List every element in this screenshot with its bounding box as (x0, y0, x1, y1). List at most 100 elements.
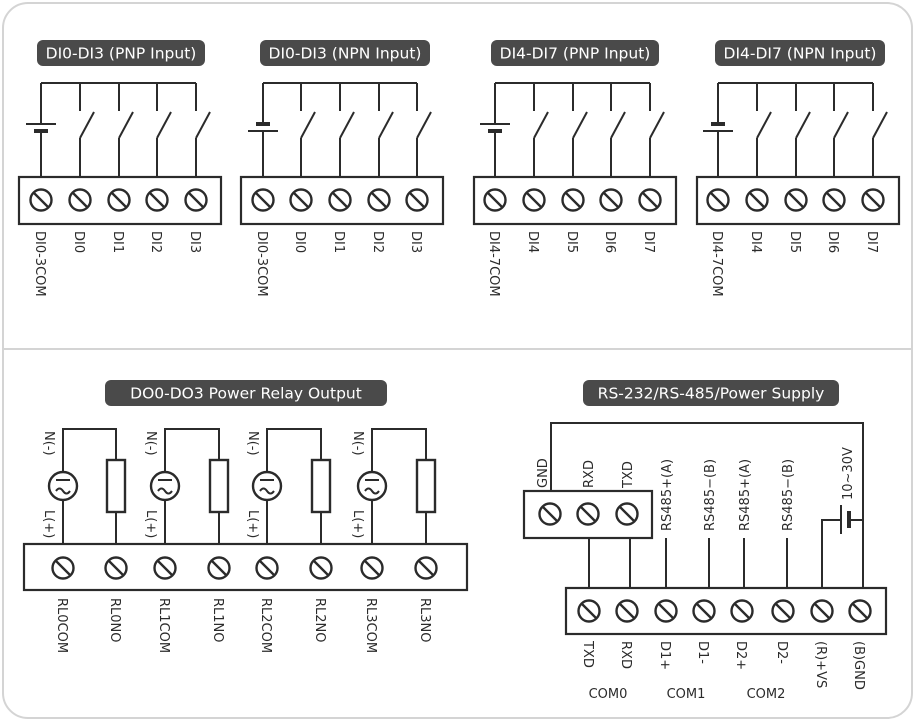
live-label: L(+) (245, 510, 260, 538)
neutral-label: N(-) (143, 431, 158, 456)
title-text: DI0-DI3 (NPN Input) (269, 45, 422, 63)
switch-lever (649, 111, 665, 139)
screw-terminal-icon (538, 502, 562, 526)
terminal-label: RL3NO (417, 598, 432, 643)
section-title: DI0-DI3 (NPN Input) (260, 40, 430, 66)
neutral-label: N(-) (350, 431, 365, 456)
screw-terminal-icon (706, 188, 730, 212)
battery-icon (248, 83, 278, 177)
rs485-label: RS485+(A) (660, 459, 675, 531)
rs485-label: RS485+(A) (738, 459, 753, 531)
terminal-label: DI6 (825, 231, 840, 253)
screw-terminal-icon (360, 556, 384, 580)
screw-terminal-icon (251, 188, 275, 212)
terminal-label: D2+ (733, 641, 748, 670)
switch-icon (156, 83, 172, 177)
screw-terminal-icon (822, 188, 846, 212)
screw-terminal-icon (615, 502, 639, 526)
terminal-label: RXD (618, 641, 633, 669)
switch-icon (795, 83, 811, 177)
ac-source-icon (149, 470, 181, 502)
screw-terminal-icon (599, 188, 623, 212)
input-block-3: DI4-DI7 (PNP Input) DI4-7COM DI4 DI5 DI6 DI7 (472, 40, 678, 297)
live-label: L(+) (350, 510, 365, 538)
neutral-label: N(-) (245, 431, 260, 456)
screw-terminal-icon (784, 188, 808, 212)
screw-terminal-icon (692, 599, 716, 623)
switch-icon (195, 83, 211, 177)
switch-lever (572, 111, 588, 139)
terminal-label: RL2COM (258, 598, 273, 653)
relay-block: DO0-DO3 Power Relay Output N(-) L(+) N(-) L(… (22, 380, 469, 653)
switch-lever (756, 111, 772, 139)
battery-icon (26, 83, 56, 177)
switch-icon (756, 83, 772, 177)
group-label: COM2 (747, 687, 786, 702)
switch-icon (572, 83, 588, 177)
load-resistor-icon (208, 458, 230, 514)
switch-lever (610, 111, 626, 139)
ac-source-circle (47, 470, 79, 502)
switch-lever (795, 111, 811, 139)
terminal-label: DI1 (110, 231, 125, 253)
terminal-label: D1- (695, 641, 710, 664)
switch-lever (833, 111, 849, 139)
terminal-label: DI2 (370, 231, 385, 253)
terminal-label: D2- (774, 641, 789, 664)
load-resistor-icon (310, 458, 332, 514)
ac-source-icon (356, 470, 388, 502)
switch-lever (156, 111, 172, 139)
screw-terminal-icon (405, 188, 429, 212)
terminal-label: RL1COM (156, 598, 171, 653)
terminal-label: DI0-3COM (32, 231, 47, 297)
load-resistor-icon (105, 458, 127, 514)
terminal-label: RL0COM (54, 598, 69, 653)
group-label: COM1 (667, 687, 706, 702)
switch-icon (533, 83, 549, 177)
terminal-label: DI4-7COM (486, 231, 501, 297)
terminal-label: RL1NO (210, 598, 225, 643)
screw-terminal-icon (576, 502, 600, 526)
rs485-label: RS485−(B) (703, 459, 718, 531)
switch-icon (378, 83, 394, 177)
screw-terminal-icon (577, 599, 601, 623)
switch-lever (300, 111, 316, 139)
input-block-2: DI0-DI3 (NPN Input) DI0-3COM DI0 DI1 DI2 DI3 (239, 40, 445, 297)
switch-icon (118, 83, 134, 177)
section-title: DO0-DO3 Power Relay Output (105, 380, 387, 406)
terminal-label: DI7 (641, 231, 656, 253)
live-label: L(+) (41, 510, 56, 538)
switch-icon (416, 83, 432, 177)
ac-source-icon (47, 470, 79, 502)
terminal-label: DI7 (864, 231, 879, 253)
switch-lever (195, 111, 211, 139)
terminal-label: DI0 (292, 231, 307, 253)
screw-terminal-icon (745, 188, 769, 212)
screw-terminal-icon (654, 599, 678, 623)
section-title: RS-232/RS-485/Power Supply (583, 380, 839, 406)
screw-terminal-icon (638, 188, 662, 212)
live-label: L(+) (143, 510, 158, 538)
screw-terminal-icon (289, 188, 313, 212)
wiring-diagram: DI0-DI3 (PNP Input)DI0-3COM DI0 DI1 DI2 DI3D… (17, 40, 901, 702)
load-resistor-icon (415, 458, 437, 514)
terminal-block (22, 542, 469, 592)
terminal-label: DI4-7COM (709, 231, 724, 297)
rs485-label: RS485−(B) (781, 459, 796, 531)
ac-source-circle (149, 470, 181, 502)
relay-channel-2: N(-) L(+) (245, 428, 332, 544)
screw-terminal-icon (68, 188, 92, 212)
screw-terminal-icon (309, 556, 333, 580)
neutral-label: N(-) (41, 431, 56, 456)
section-title: DI4-DI7 (NPN Input) (715, 40, 885, 66)
switch-icon (339, 83, 355, 177)
switch-lever (118, 111, 134, 139)
battery-icon (703, 83, 733, 177)
screw-terminal-icon (730, 599, 754, 623)
input-block-1: DI0-DI3 (PNP Input) DI0-3COM DI0 DI1 DI2 DI3 (17, 40, 223, 297)
supply-voltage-label: 10~30V (841, 447, 856, 500)
screw-terminal-icon (104, 556, 128, 580)
screw-terminal-icon (107, 188, 131, 212)
ac-source-circle (251, 470, 283, 502)
screw-terminal-icon (771, 599, 795, 623)
